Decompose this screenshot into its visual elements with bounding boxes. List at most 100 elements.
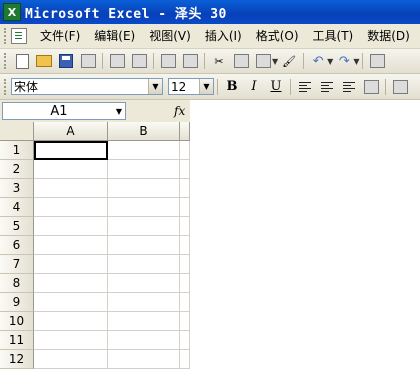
cut-button[interactable]: ✂ xyxy=(209,52,229,70)
cell[interactable] xyxy=(180,255,190,274)
format-painter-button[interactable]: 🖌 xyxy=(279,52,299,70)
undo-button[interactable]: ↶ xyxy=(308,52,328,70)
menu-file[interactable]: 文件(F) xyxy=(33,26,87,46)
cell[interactable] xyxy=(34,312,108,331)
column-header-c[interactable] xyxy=(180,122,190,141)
underline-button[interactable]: U xyxy=(266,78,286,96)
cell[interactable] xyxy=(108,350,180,369)
row-header-5[interactable]: 5 xyxy=(0,217,34,236)
cell[interactable] xyxy=(180,179,190,198)
cell[interactable] xyxy=(108,217,180,236)
row-header-8[interactable]: 8 xyxy=(0,274,34,293)
currency-button[interactable] xyxy=(390,78,410,96)
font-name-value: 宋体 xyxy=(14,80,39,94)
cell[interactable] xyxy=(34,331,108,350)
hyperlink-button[interactable] xyxy=(367,52,387,70)
research-button[interactable] xyxy=(180,52,200,70)
cell[interactable] xyxy=(108,293,180,312)
cell[interactable] xyxy=(34,198,108,217)
cell[interactable] xyxy=(180,331,190,350)
permission-button[interactable] xyxy=(78,52,98,70)
toolbar-separator xyxy=(303,53,305,69)
cell[interactable] xyxy=(108,331,180,350)
align-left-button[interactable] xyxy=(295,78,315,96)
menu-format[interactable]: 格式(O) xyxy=(249,26,306,46)
toolbar-separator xyxy=(204,53,205,69)
copy-button[interactable] xyxy=(231,52,251,70)
cell[interactable] xyxy=(34,179,108,198)
cell[interactable] xyxy=(108,179,180,198)
cell[interactable] xyxy=(34,160,108,179)
chevron-down-icon[interactable]: ▼ xyxy=(199,79,213,94)
paste-button[interactable] xyxy=(253,52,273,70)
row-header-7[interactable]: 7 xyxy=(0,255,34,274)
toolbar-grip[interactable] xyxy=(4,53,9,69)
cell[interactable] xyxy=(108,236,180,255)
select-all-corner[interactable] xyxy=(0,122,34,141)
cell[interactable] xyxy=(180,160,190,179)
cell[interactable] xyxy=(34,141,108,160)
row-header-1[interactable]: 1 xyxy=(0,141,34,160)
print-preview-button[interactable] xyxy=(129,52,149,70)
cell[interactable] xyxy=(108,198,180,217)
merge-center-button[interactable] xyxy=(361,78,381,96)
cell[interactable] xyxy=(34,255,108,274)
cell[interactable] xyxy=(108,255,180,274)
cell[interactable] xyxy=(34,274,108,293)
redo-dropdown-icon[interactable]: ▼ xyxy=(353,57,359,66)
menu-data[interactable]: 数据(D) xyxy=(360,26,417,46)
row-header-11[interactable]: 11 xyxy=(0,331,34,350)
cell[interactable] xyxy=(34,293,108,312)
cell[interactable] xyxy=(180,217,190,236)
cell[interactable] xyxy=(34,350,108,369)
cell[interactable] xyxy=(180,293,190,312)
chevron-down-icon[interactable]: ▼ xyxy=(148,79,162,94)
menu-edit[interactable]: 编辑(E) xyxy=(87,26,142,46)
row-header-4[interactable]: 4 xyxy=(0,198,34,217)
cell[interactable] xyxy=(180,198,190,217)
column-header-b[interactable]: B xyxy=(108,122,180,141)
cell[interactable] xyxy=(34,217,108,236)
font-name-select[interactable]: 宋体 ▼ xyxy=(11,78,163,95)
bold-button[interactable]: B xyxy=(222,78,242,96)
row-header-10[interactable]: 10 xyxy=(0,312,34,331)
name-box[interactable]: A1 ▼ xyxy=(2,102,126,120)
menu-tools[interactable]: 工具(T) xyxy=(306,26,361,46)
font-size-select[interactable]: 12 ▼ xyxy=(168,78,214,95)
cell[interactable] xyxy=(34,236,108,255)
menu-view[interactable]: 视图(V) xyxy=(142,26,198,46)
row-header-6[interactable]: 6 xyxy=(0,236,34,255)
row-header-3[interactable]: 3 xyxy=(0,179,34,198)
chevron-down-icon[interactable]: ▼ xyxy=(116,107,122,116)
menu-insert[interactable]: 插入(I) xyxy=(198,26,249,46)
insert-function-icon[interactable]: fx xyxy=(174,104,185,118)
print-icon xyxy=(109,54,125,68)
toolbar-grip[interactable] xyxy=(4,28,9,44)
print-button[interactable] xyxy=(107,52,127,70)
cell[interactable] xyxy=(180,350,190,369)
cell[interactable] xyxy=(108,141,180,160)
cell[interactable] xyxy=(180,312,190,331)
italic-button[interactable]: I xyxy=(244,78,264,96)
workbook-icon[interactable] xyxy=(11,28,27,44)
new-button[interactable] xyxy=(12,52,32,70)
column-header-a[interactable]: A xyxy=(34,122,108,141)
row-header-9[interactable]: 9 xyxy=(0,293,34,312)
cell[interactable] xyxy=(108,274,180,293)
align-right-button[interactable] xyxy=(339,78,359,96)
cell[interactable] xyxy=(108,312,180,331)
cell[interactable] xyxy=(180,141,190,160)
row-header-2[interactable]: 2 xyxy=(0,160,34,179)
redo-button[interactable]: ↷ xyxy=(334,52,354,70)
toolbar-grip[interactable] xyxy=(4,78,9,95)
row-header-12[interactable]: 12 xyxy=(0,350,34,369)
open-button[interactable] xyxy=(34,52,54,70)
cell[interactable] xyxy=(180,236,190,255)
cell[interactable] xyxy=(180,274,190,293)
spelling-button[interactable] xyxy=(158,52,178,70)
cell[interactable] xyxy=(108,160,180,179)
undo-dropdown-icon[interactable]: ▼ xyxy=(327,57,333,66)
save-button[interactable] xyxy=(56,52,76,70)
align-center-button[interactable] xyxy=(317,78,337,96)
paste-dropdown-icon[interactable]: ▼ xyxy=(272,57,278,66)
